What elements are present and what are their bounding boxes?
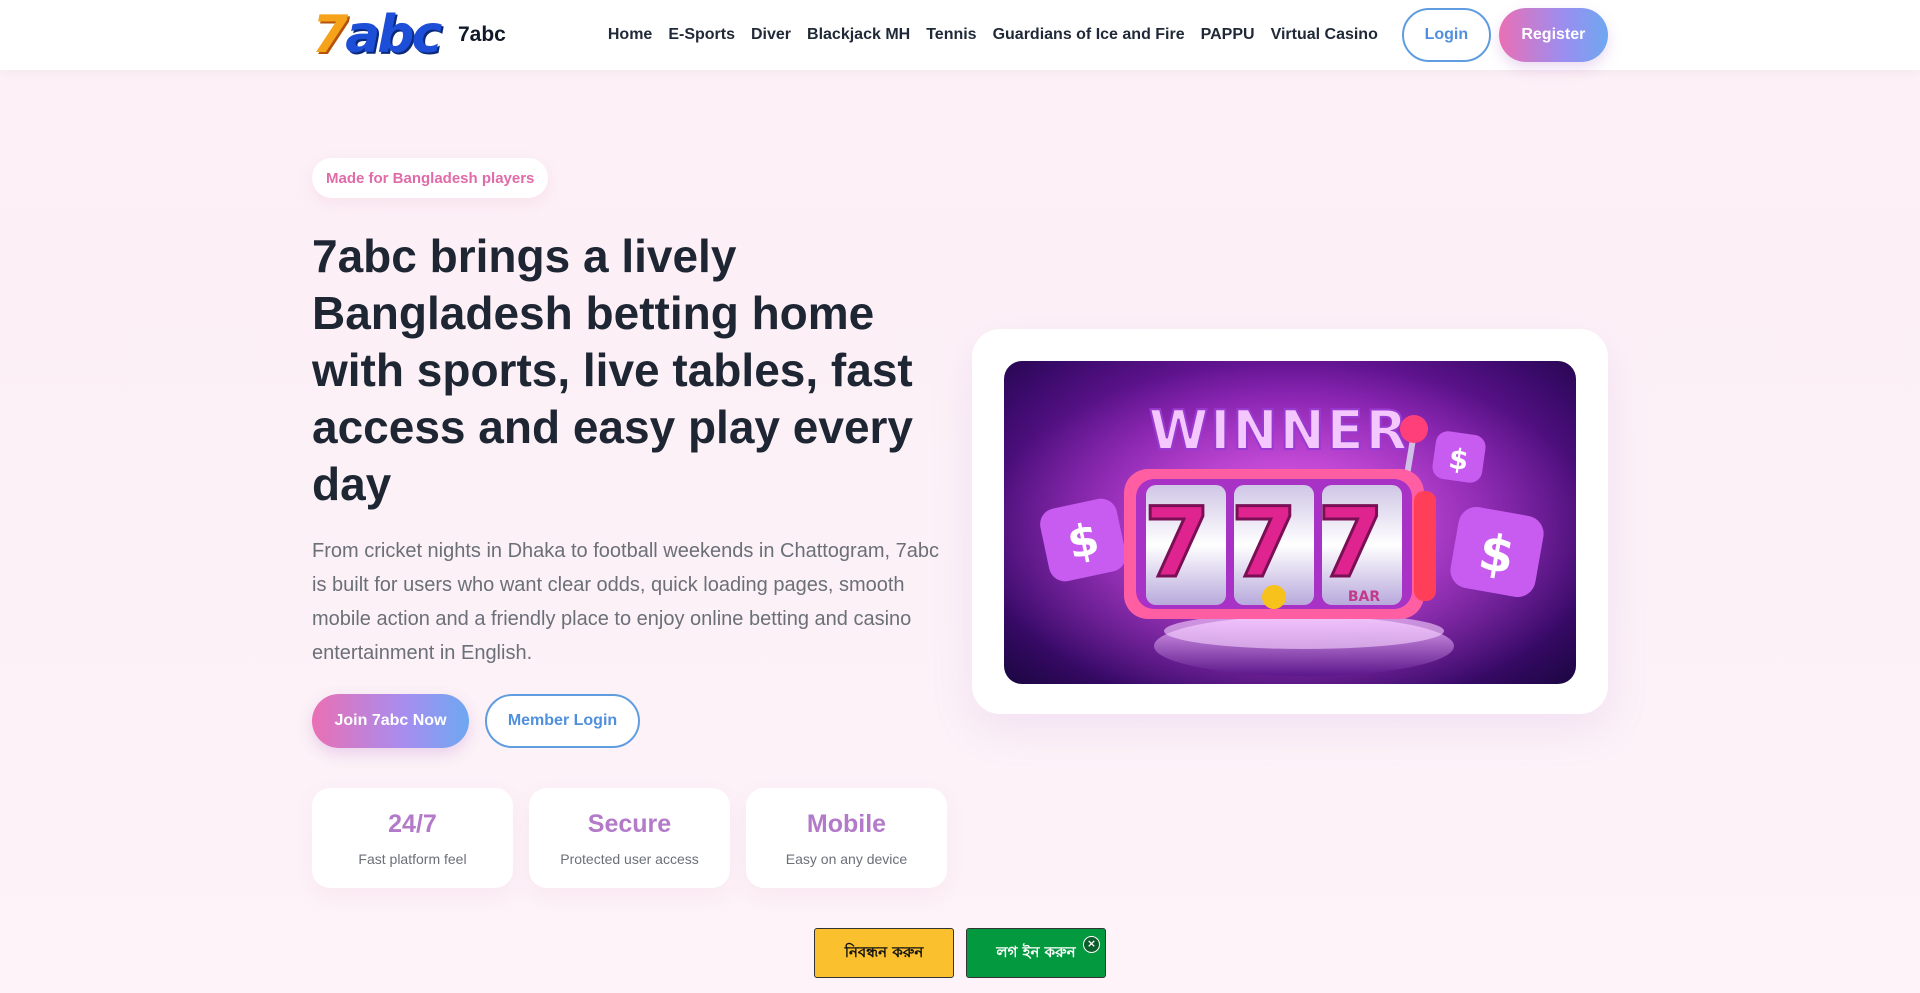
slot-reels: 777 xyxy=(1144,487,1404,599)
nav-diver[interactable]: Diver xyxy=(751,26,791,44)
join-now-button[interactable]: Join 7abc Now xyxy=(312,694,469,748)
bottom-register-button[interactable]: নিবন্ধন করুন xyxy=(814,928,954,978)
feature-stats: 24/7 Fast platform feel Secure Protected… xyxy=(312,788,947,888)
hero-title: 7abc brings a lively Bangladesh betting … xyxy=(312,230,914,510)
stat-card: Mobile Easy on any device xyxy=(746,788,947,888)
hero-description: From cricket nights in Dhaka to football… xyxy=(312,540,939,664)
stat-card: 24/7 Fast platform feel xyxy=(312,788,513,888)
slot-machine-image: $ $ $ WINNER 777 BAR xyxy=(1004,361,1576,684)
nav-esports[interactable]: E-Sports xyxy=(668,26,735,44)
logo-mark: 7abc xyxy=(312,5,442,65)
member-login-button[interactable]: Member Login xyxy=(485,694,640,748)
site-header: 7abc 7abc Home E-Sports Diver Blackjack … xyxy=(0,0,1920,70)
nav-guardians[interactable]: Guardians of Ice and Fire xyxy=(993,26,1185,44)
logo-text: 7abc xyxy=(458,23,506,46)
stat-value: Secure xyxy=(587,810,672,838)
nav-blackjack-mh[interactable]: Blackjack MH xyxy=(807,26,910,44)
stat-label: Easy on any device xyxy=(785,851,908,867)
bottom-login-button[interactable]: লগ ইন করুন × xyxy=(966,928,1106,978)
nav-virtual-casino[interactable]: Virtual Casino xyxy=(1271,26,1378,44)
nav-home[interactable]: Home xyxy=(608,26,652,44)
stat-value: Mobile xyxy=(806,810,887,838)
header-inner: 7abc 7abc Home E-Sports Diver Blackjack … xyxy=(312,0,1608,70)
main-nav: Home E-Sports Diver Blackjack MH Tennis … xyxy=(608,26,1378,44)
bar-symbol: BAR xyxy=(1348,589,1381,605)
nav-tennis[interactable]: Tennis xyxy=(926,26,976,44)
audience-badge: Made for Bangladesh players xyxy=(312,158,549,198)
stat-label: Protected user access xyxy=(560,851,699,867)
slot-machine-illustration: $ $ $ WINNER 777 BAR xyxy=(1004,361,1576,684)
logo[interactable]: 7abc 7abc xyxy=(312,0,506,70)
nav-pappu[interactable]: PAPPU xyxy=(1201,26,1255,44)
stat-card: Secure Protected user access xyxy=(529,788,730,888)
bottom-login-label: লগ ইন করুন xyxy=(996,942,1076,961)
stat-value: 24/7 xyxy=(388,810,437,838)
close-icon[interactable]: × xyxy=(1083,936,1100,953)
login-button[interactable]: Login xyxy=(1401,8,1491,62)
stat-label: Fast platform feel xyxy=(358,851,467,867)
winner-sign: WINNER xyxy=(1149,399,1410,462)
register-button[interactable]: Register xyxy=(1498,8,1608,62)
hero-image-card: $ $ $ WINNER 777 BAR xyxy=(972,329,1608,714)
